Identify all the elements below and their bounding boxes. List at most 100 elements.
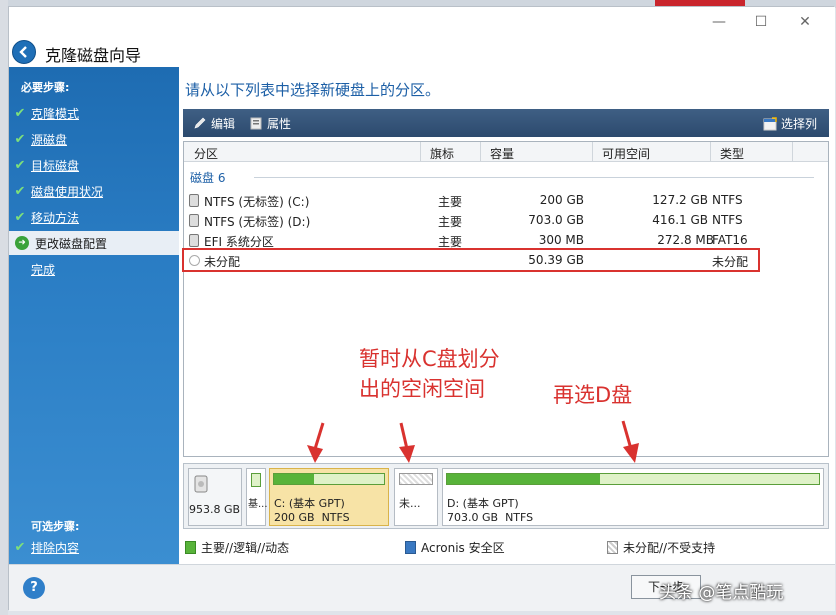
column-divider[interactable]: [592, 142, 593, 162]
step-label: 更改磁盘配置: [35, 236, 108, 251]
step-target-disk[interactable]: ✔ 目标磁盘: [9, 153, 179, 177]
wizard-steps-sidebar: 必要步骤: ✔ 克隆模式 ✔ 源磁盘 ✔ 目标磁盘 ✔ 磁盘使用状况 ✔ 移动方…: [9, 67, 179, 564]
main-panel: 请从以下列表中选择新硬盘上的分区。 编辑 属性 选择列 分区 旗标 容量 可用空…: [179, 67, 835, 564]
d-fs: NTFS: [505, 511, 534, 524]
partition-flag: 主要: [438, 195, 463, 209]
annotation-text-free-space-line1: 暂时从C盘划分: [359, 347, 500, 371]
legend-unallocated-label: 未分配//不受支持: [623, 541, 716, 555]
checkmark-icon: ✔: [14, 157, 26, 173]
step-change-disk-layout[interactable]: ➜ 更改磁盘配置: [9, 231, 179, 255]
c-size: 200 GB NTFS: [274, 511, 350, 524]
unallocated-bar: [399, 473, 433, 485]
legend-acronis-label: Acronis 安全区: [421, 541, 505, 555]
column-divider[interactable]: [792, 142, 793, 162]
desktop-background-left: [0, 0, 8, 615]
partition-free-space: 127.2 GB: [652, 193, 708, 207]
column-header-capacity[interactable]: 容量: [490, 145, 514, 162]
column-divider[interactable]: [710, 142, 711, 162]
partition-segment-d[interactable]: D: (基本 GPT) 703.0 GB NTFS: [442, 468, 824, 526]
edit-button[interactable]: 编辑: [193, 115, 235, 132]
step-move-method[interactable]: ✔ 移动方法: [9, 205, 179, 229]
annotation-arrow-unallocated: [399, 422, 415, 463]
column-header-flag[interactable]: 旗标: [430, 145, 454, 162]
c-label: C: (基本 GPT): [274, 497, 345, 510]
column-header-type[interactable]: 类型: [720, 145, 744, 162]
group-divider: [254, 177, 814, 178]
partition-icon: [189, 194, 199, 207]
close-button[interactable]: ✕: [795, 13, 815, 31]
partition-icon: [189, 234, 199, 247]
partition-free-space: 272.8 MB: [657, 233, 714, 247]
step-exclude-content[interactable]: ✔ 排除内容: [9, 535, 179, 559]
select-columns-label: 选择列: [780, 117, 817, 131]
column-divider[interactable]: [420, 142, 421, 162]
clone-disk-wizard-window: 克隆磁盘向导 — ☐ ✕ 必要步骤: ✔ 克隆模式 ✔ 源磁盘 ✔ 目标磁盘 ✔…: [8, 6, 835, 611]
partition-table: 分区 旗标 容量 可用空间 类型 磁盘 6 NTFS (无标签) (C:) 主要…: [182, 141, 829, 457]
partition-capacity: 703.0 GB: [528, 213, 584, 227]
step-label: 源磁盘: [31, 132, 68, 147]
back-button[interactable]: [12, 40, 36, 64]
required-steps-header: 必要步骤:: [21, 81, 70, 94]
annotation-arrow-d: [621, 420, 639, 463]
edit-label: 编辑: [211, 116, 236, 131]
partition-legend: 主要//逻辑//动态 Acronis 安全区 未分配//不受支持: [183, 537, 829, 557]
step-source-disk[interactable]: ✔ 源磁盘: [9, 127, 179, 151]
checkmark-icon: ✔: [14, 183, 26, 199]
disk-map: 953.8 GB 基... C: (基本 GPT) 200 GB NTFS 未.…: [183, 463, 829, 529]
disk-group-label: 磁盘 6: [190, 171, 226, 185]
step-label: 克隆模式: [31, 106, 80, 121]
partition-toolbar: 编辑 属性 选择列: [183, 109, 829, 137]
annotation-text-free-space-line2: 出的空闲空间: [359, 377, 485, 401]
partition-name: NTFS (无标签) (C:): [204, 195, 310, 209]
legend-primary-label: 主要//逻辑//动态: [201, 541, 290, 555]
help-button[interactable]: ?: [23, 577, 45, 599]
unalloc-label: 未...: [399, 497, 421, 510]
legend-unallocated: 未分配//不受支持: [607, 539, 715, 556]
select-columns-button[interactable]: 选择列: [763, 115, 817, 132]
d-usage-bar: [446, 473, 820, 485]
table-header: 分区 旗标 容量 可用空间 类型: [184, 142, 828, 162]
step-clone-mode[interactable]: ✔ 克隆模式: [9, 101, 179, 125]
d-usage-fill: [447, 474, 600, 484]
partition-type: NTFS: [712, 213, 743, 227]
legend-unallocated-swatch: [607, 541, 618, 554]
legend-acronis-swatch: [405, 541, 416, 554]
disk-summary[interactable]: 953.8 GB: [188, 468, 242, 526]
wizard-footer: ? 下一步 头条 @笔点酷玩: [9, 564, 835, 611]
annotation-text-select-d: 再选D盘: [553, 383, 633, 407]
column-header-partition[interactable]: 分区: [194, 145, 218, 162]
partition-type: FAT16: [712, 233, 748, 247]
table-row[interactable]: NTFS (无标签) (C:) 主要 200 GB 127.2 GB NTFS: [184, 190, 828, 210]
partition-icon: [189, 214, 199, 227]
checkmark-icon: ✔: [14, 105, 26, 121]
properties-button[interactable]: 属性: [249, 115, 291, 132]
partition-segment-c[interactable]: C: (基本 GPT) 200 GB NTFS: [269, 468, 389, 526]
c-usage-fill: [274, 474, 314, 484]
instruction-text: 请从以下列表中选择新硬盘上的分区。: [185, 81, 441, 99]
step-disk-usage[interactable]: ✔ 磁盘使用状况: [9, 179, 179, 203]
properties-icon: [250, 117, 262, 130]
table-row[interactable]: NTFS (无标签) (D:) 主要 703.0 GB 416.1 GB NTF…: [184, 210, 828, 230]
table-row[interactable]: EFI 系统分区 主要 300 MB 272.8 MB FAT16: [184, 230, 828, 250]
d-label: D: (基本 GPT): [447, 497, 519, 510]
maximize-button[interactable]: ☐: [751, 13, 771, 31]
partition-flag: 主要: [438, 215, 463, 229]
d-size-value: 703.0 GB: [447, 511, 499, 524]
minimize-button[interactable]: —: [709, 13, 729, 31]
column-header-free-space[interactable]: 可用空间: [602, 145, 650, 162]
d-size: 703.0 GB NTFS: [447, 511, 533, 524]
partition-segment-unallocated[interactable]: 未...: [394, 468, 438, 526]
checkmark-icon: ✔: [14, 209, 26, 225]
annotation-arrow-c: [307, 422, 325, 463]
step-label: 排除内容: [31, 540, 80, 555]
watermark: 头条 @笔点酷玩: [659, 583, 784, 603]
step-label: 完成: [31, 262, 56, 277]
legend-primary: 主要//逻辑//动态: [185, 539, 289, 556]
checkmark-icon: ✔: [14, 131, 26, 147]
window-title: 克隆磁盘向导: [45, 46, 142, 65]
title-bar: 克隆磁盘向导 — ☐ ✕: [9, 7, 835, 67]
columns-icon: [763, 116, 777, 130]
step-finish[interactable]: 完成: [9, 257, 179, 281]
partition-segment-efi[interactable]: 基...: [246, 468, 268, 526]
column-divider[interactable]: [480, 142, 481, 162]
